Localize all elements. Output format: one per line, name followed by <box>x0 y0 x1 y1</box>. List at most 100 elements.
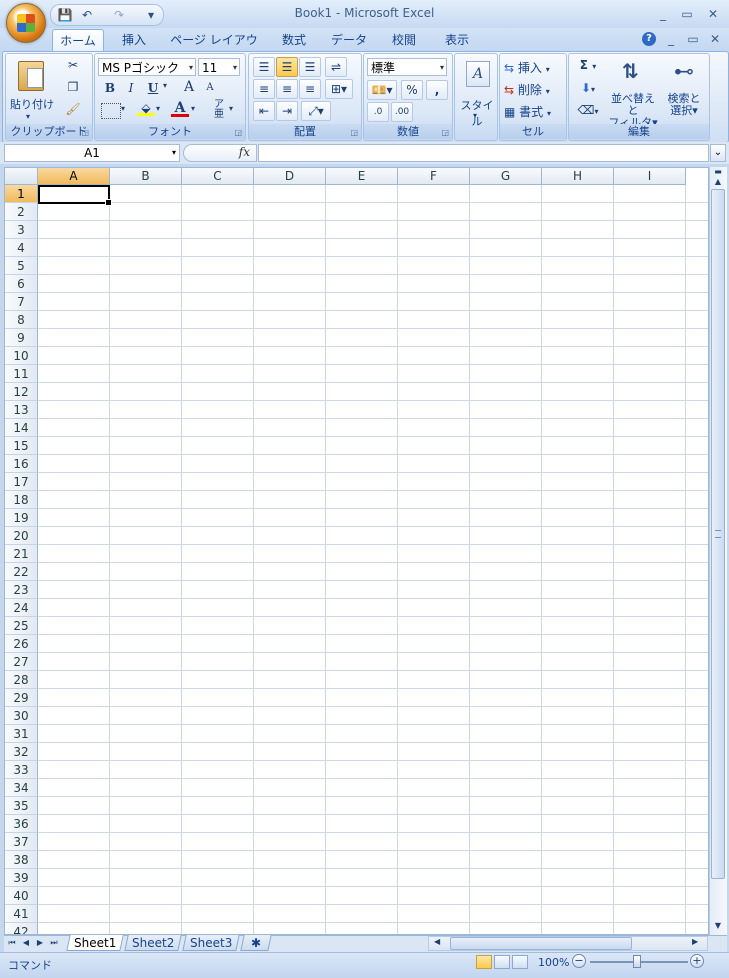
tab-page-layout[interactable]: ページ レイアウト <box>168 29 260 69</box>
align-top-button[interactable]: ☰ <box>253 57 275 77</box>
close-button[interactable]: ✕ <box>704 6 722 22</box>
orientation-button[interactable]: ⤢▾ <box>301 101 331 121</box>
row-header-17[interactable]: 17 <box>5 473 38 491</box>
tab-data[interactable]: データ <box>326 29 372 51</box>
percent-button[interactable]: % <box>401 80 423 100</box>
prev-sheet-icon[interactable]: ◀ <box>20 936 32 950</box>
column-header-b[interactable]: B <box>110 168 182 185</box>
insert-sheet-tab[interactable]: ✱ <box>240 935 272 951</box>
row-header-40[interactable]: 40 <box>5 887 38 905</box>
row-header-30[interactable]: 30 <box>5 707 38 725</box>
workbook-close-button[interactable]: ✕ <box>706 31 724 47</box>
format-painter-icon[interactable]: 🖌 <box>64 102 82 116</box>
dialog-launcher-icon[interactable]: ◲ <box>350 128 358 137</box>
decrease-decimal-button[interactable]: .00 <box>391 102 413 122</box>
merge-center-button[interactable]: ⊞▾ <box>325 79 353 99</box>
row-header-3[interactable]: 3 <box>5 221 38 239</box>
align-left-button[interactable]: ≡ <box>253 79 275 99</box>
row-header-1[interactable]: 1 <box>5 185 38 203</box>
row-header-18[interactable]: 18 <box>5 491 38 509</box>
workbook-restore-button[interactable]: ▭ <box>684 31 702 47</box>
tab-insert[interactable]: 挿入 <box>112 29 156 51</box>
insert-cells-button[interactable]: ⇆ 挿入 ▾ <box>503 58 565 78</box>
row-header-38[interactable]: 38 <box>5 851 38 869</box>
cut-icon[interactable]: ✂ <box>64 58 82 72</box>
office-button[interactable] <box>6 3 46 43</box>
row-header-24[interactable]: 24 <box>5 599 38 617</box>
row-header-5[interactable]: 5 <box>5 257 38 275</box>
row-header-7[interactable]: 7 <box>5 293 38 311</box>
italic-button[interactable]: I <box>123 81 139 95</box>
zoom-in-icon[interactable]: + <box>690 954 704 968</box>
row-header-12[interactable]: 12 <box>5 383 38 401</box>
autosum-button[interactable]: Σ ▾ <box>575 58 601 72</box>
row-header-13[interactable]: 13 <box>5 401 38 419</box>
row-header-27[interactable]: 27 <box>5 653 38 671</box>
row-header-4[interactable]: 4 <box>5 239 38 257</box>
row-header-19[interactable]: 19 <box>5 509 38 527</box>
select-all-button[interactable] <box>5 168 38 185</box>
row-header-22[interactable]: 22 <box>5 563 38 581</box>
row-header-15[interactable]: 15 <box>5 437 38 455</box>
scroll-left-icon[interactable]: ◀ <box>434 937 440 946</box>
normal-view-button[interactable] <box>476 955 492 969</box>
workbook-minimize-button[interactable]: _ <box>662 31 680 47</box>
styles-button[interactable]: A スタイル ▾ <box>457 58 497 128</box>
sort-filter-button[interactable]: ⇅ 並べ替えと フィルタ▾ <box>605 58 661 129</box>
row-header-35[interactable]: 35 <box>5 797 38 815</box>
fill-color-icon[interactable]: ⬙ <box>137 101 155 116</box>
comma-button[interactable]: , <box>426 80 448 100</box>
next-sheet-icon[interactable]: ▶ <box>34 936 46 950</box>
increase-indent-button[interactable]: ⇥ <box>276 101 298 121</box>
paste-button[interactable]: 貼り付け ▾ <box>9 57 54 123</box>
row-header-32[interactable]: 32 <box>5 743 38 761</box>
split-box-icon[interactable]: ▬ <box>712 168 724 176</box>
column-header-f[interactable]: F <box>398 168 470 185</box>
row-header-2[interactable]: 2 <box>5 203 38 221</box>
row-header-31[interactable]: 31 <box>5 725 38 743</box>
help-icon[interactable]: ? <box>642 32 656 46</box>
tab-home[interactable]: ホーム <box>52 29 104 52</box>
dialog-launcher-icon[interactable]: ◲ <box>234 128 242 137</box>
column-header-e[interactable]: E <box>326 168 398 185</box>
delete-cells-button[interactable]: ⇆ 削除 ▾ <box>503 80 565 100</box>
first-sheet-icon[interactable]: ⏮ <box>6 936 18 950</box>
worksheet-grid[interactable]: ABCDEFGHI 1 2 3 4 5 6 7 8 9 10 11 12 13 14 15 16 17 18 19 2… <box>4 167 709 935</box>
row-header-9[interactable]: 9 <box>5 329 38 347</box>
vertical-scroll-thumb[interactable] <box>711 189 725 879</box>
find-select-button[interactable]: ⊷ 検索と 選択▾ <box>661 58 707 124</box>
row-header-25[interactable]: 25 <box>5 617 38 635</box>
column-header-a[interactable]: A <box>38 168 110 185</box>
row-header-20[interactable]: 20 <box>5 527 38 545</box>
fx-icon[interactable]: fx <box>239 145 250 159</box>
sheet-tab-2[interactable]: Sheet2 <box>124 935 182 951</box>
sheet-tab-1[interactable]: Sheet1 <box>66 935 124 951</box>
horizontal-scroll-thumb[interactable] <box>450 937 632 950</box>
chevron-down-icon[interactable]: ▾ <box>229 104 233 113</box>
wrap-text-button[interactable]: ⇌ <box>325 57 347 77</box>
column-header-c[interactable]: C <box>182 168 254 185</box>
chevron-down-icon[interactable]: ▾ <box>172 145 176 161</box>
row-header-16[interactable]: 16 <box>5 455 38 473</box>
bold-button[interactable]: B <box>102 81 118 95</box>
font-name-combo[interactable]: MS Pゴシック ▾ <box>98 58 196 76</box>
chevron-down-icon[interactable]: ▾ <box>191 104 195 113</box>
scroll-up-icon[interactable]: ▲ <box>711 177 725 189</box>
tab-formulas[interactable]: 数式 <box>272 29 316 51</box>
row-header-28[interactable]: 28 <box>5 671 38 689</box>
decrease-indent-button[interactable]: ⇤ <box>253 101 275 121</box>
align-middle-button[interactable]: ☰ <box>276 57 298 77</box>
align-bottom-button[interactable]: ☰ <box>299 57 321 77</box>
last-sheet-icon[interactable]: ⏭ <box>48 936 60 950</box>
row-header-10[interactable]: 10 <box>5 347 38 365</box>
align-center-button[interactable]: ≡ <box>276 79 298 99</box>
row-header-21[interactable]: 21 <box>5 545 38 563</box>
tab-view[interactable]: 表示 <box>436 29 478 51</box>
number-format-combo[interactable]: 標準 ▾ <box>367 58 447 76</box>
chevron-down-icon[interactable]: ▾ <box>163 81 167 90</box>
row-header-23[interactable]: 23 <box>5 581 38 599</box>
zoom-slider-thumb[interactable] <box>633 955 641 968</box>
row-header-39[interactable]: 39 <box>5 869 38 887</box>
borders-icon[interactable] <box>101 103 121 119</box>
sheet-tab-3[interactable]: Sheet3 <box>182 935 240 951</box>
